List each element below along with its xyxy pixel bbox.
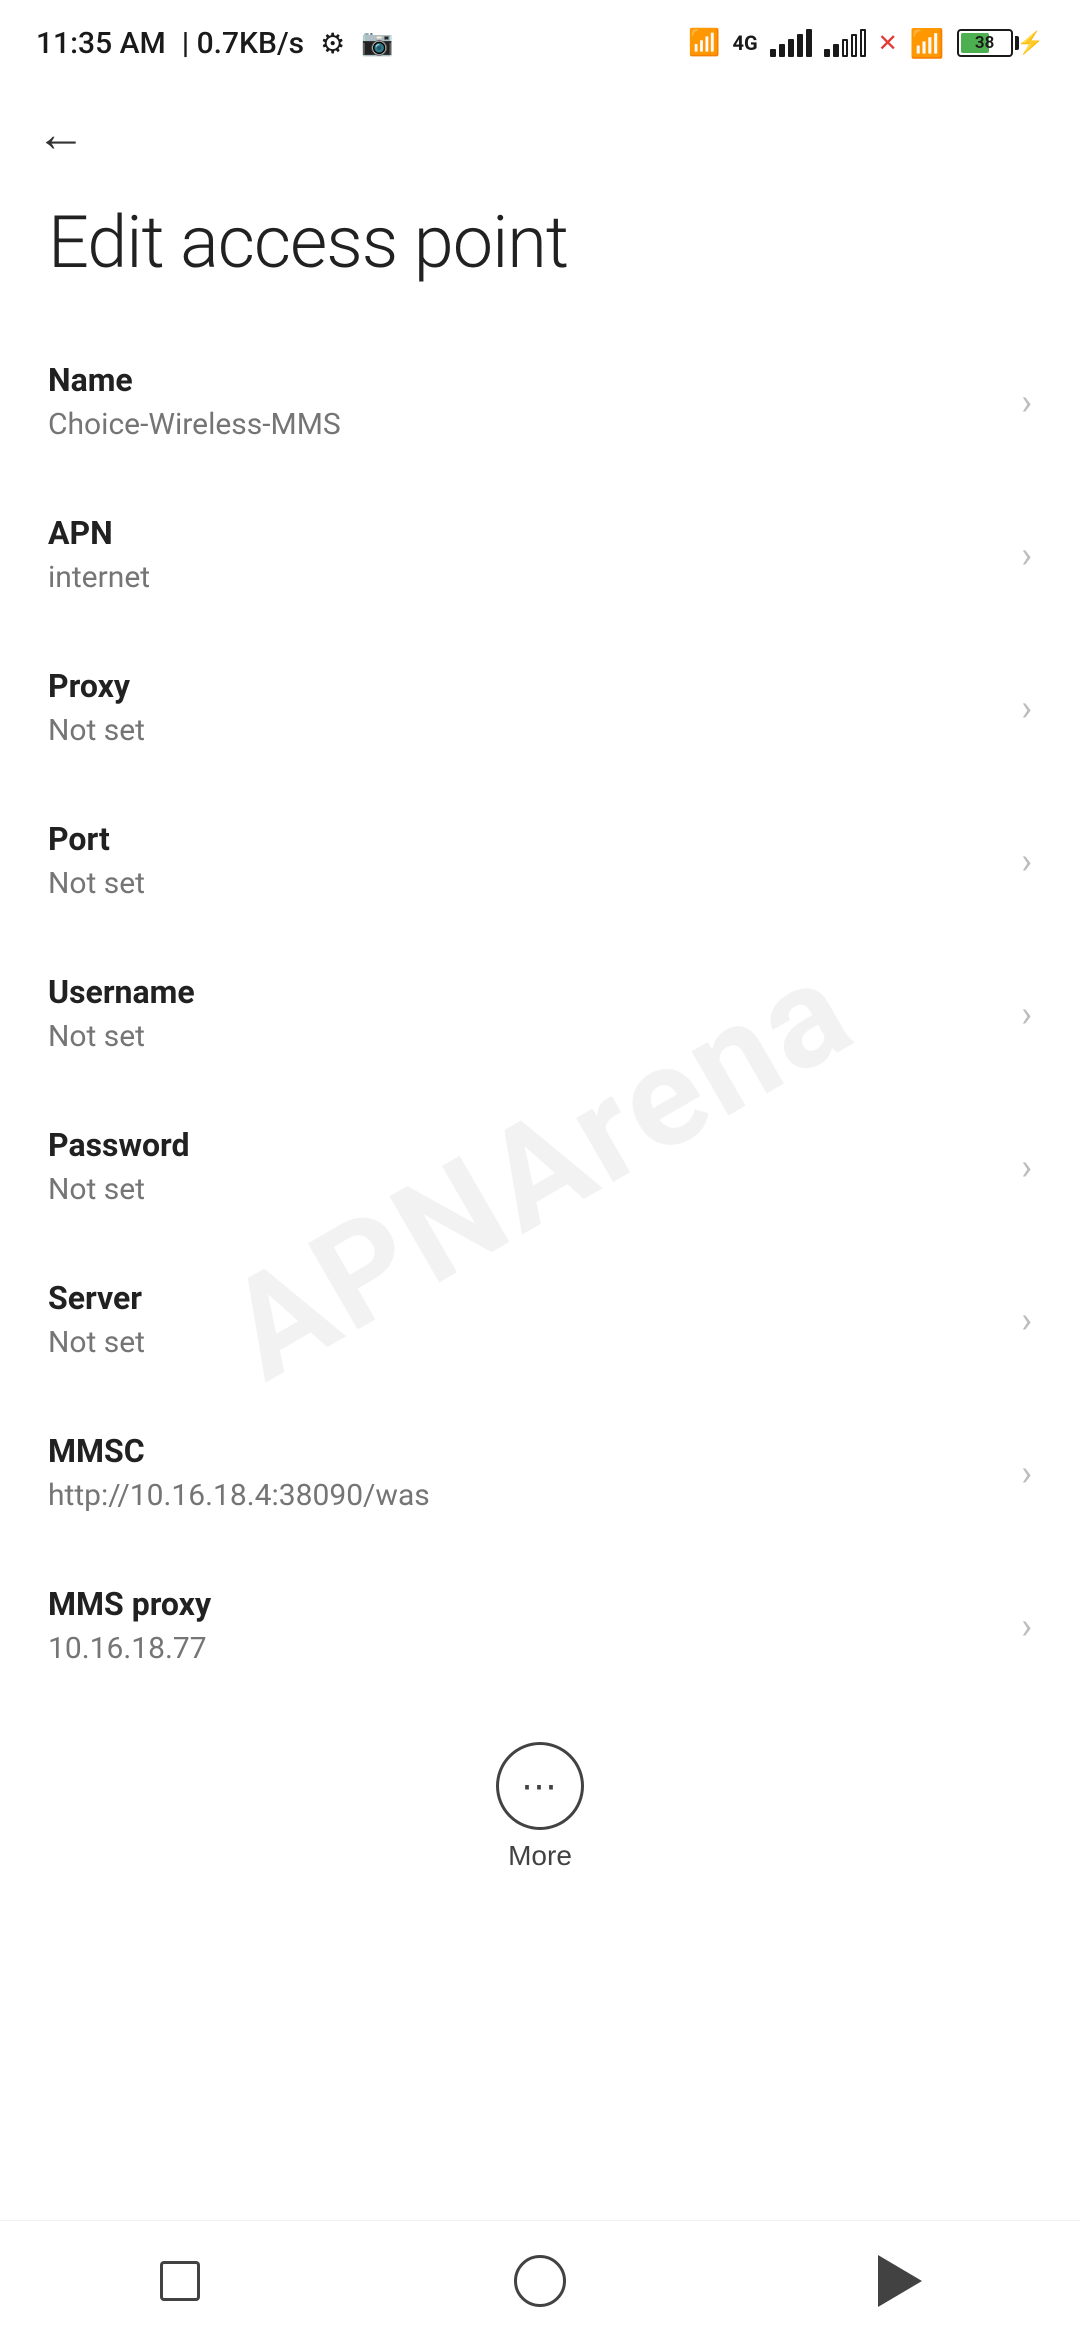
- settings-item-content-2: Proxy Not set: [48, 667, 1001, 748]
- settings-item[interactable]: Proxy Not set ›: [0, 631, 1080, 784]
- recent-apps-icon: [160, 2261, 200, 2301]
- more-icon-circle: ⋯: [496, 1742, 584, 1830]
- chevron-icon-3: ›: [1021, 840, 1032, 882]
- chevron-icon-1: ›: [1021, 534, 1032, 576]
- more-section: ⋯ More: [0, 1702, 1080, 1902]
- back-arrow-icon: ←: [36, 110, 86, 160]
- settings-item[interactable]: Username Not set ›: [0, 937, 1080, 1090]
- status-left: 11:35 AM | 0.7KB/s ⚙ 📷: [36, 26, 394, 61]
- settings-item-label-0: Name: [48, 361, 1001, 399]
- settings-item-value-0: Choice-Wireless-MMS: [48, 407, 1001, 442]
- settings-item-label-7: MMSC: [48, 1432, 1001, 1470]
- settings-item-value-7: http://10.16.18.4:38090/was: [48, 1478, 1001, 1513]
- settings-item-content-8: MMS proxy 10.16.18.77: [48, 1585, 1001, 1666]
- no-signal-icon: ✕: [878, 29, 898, 57]
- settings-item[interactable]: Name Choice-Wireless-MMS ›: [0, 325, 1080, 478]
- settings-item[interactable]: MMSC http://10.16.18.4:38090/was ›: [0, 1396, 1080, 1549]
- settings-item-label-2: Proxy: [48, 667, 1001, 705]
- settings-item-value-5: Not set: [48, 1172, 1001, 1207]
- status-right: 📶 4G ✕ 📶 38 ⚡: [688, 27, 1044, 60]
- settings-item-content-0: Name Choice-Wireless-MMS: [48, 361, 1001, 442]
- status-bar: 11:35 AM | 0.7KB/s ⚙ 📷 📶 4G ✕ 📶: [0, 0, 1080, 80]
- settings-item-label-5: Password: [48, 1126, 1001, 1164]
- settings-item[interactable]: MMS proxy 10.16.18.77 ›: [0, 1549, 1080, 1702]
- settings-item-value-2: Not set: [48, 713, 1001, 748]
- settings-item[interactable]: Server Not set ›: [0, 1243, 1080, 1396]
- settings-list: Name Choice-Wireless-MMS › APN internet …: [0, 325, 1080, 1702]
- 4g-icon: 4G: [733, 31, 758, 55]
- chevron-icon-0: ›: [1021, 381, 1032, 423]
- back-button[interactable]: ←: [36, 110, 86, 160]
- settings-item-value-6: Not set: [48, 1325, 1001, 1360]
- settings-item-label-6: Server: [48, 1279, 1001, 1317]
- settings-item-content-5: Password Not set: [48, 1126, 1001, 1207]
- settings-item-value-3: Not set: [48, 866, 1001, 901]
- wifi-icon: 📶: [910, 27, 945, 60]
- chevron-icon-8: ›: [1021, 1605, 1032, 1647]
- chevron-icon-6: ›: [1021, 1299, 1032, 1341]
- settings-item-content-6: Server Not set: [48, 1279, 1001, 1360]
- settings-item-label-4: Username: [48, 973, 1001, 1011]
- settings-item-content-3: Port Not set: [48, 820, 1001, 901]
- settings-item-content-7: MMSC http://10.16.18.4:38090/was: [48, 1432, 1001, 1513]
- battery-indicator: 38: [957, 29, 1013, 57]
- settings-item-content-4: Username Not set: [48, 973, 1001, 1054]
- settings-item-content-1: APN internet: [48, 514, 1001, 595]
- more-label: More: [508, 1840, 572, 1872]
- charging-icon: ⚡: [1017, 31, 1044, 56]
- toolbar: ←: [0, 80, 1080, 180]
- page-title: Edit access point: [0, 180, 1080, 325]
- chevron-icon-5: ›: [1021, 1146, 1032, 1188]
- speed-display: | 0.7KB/s: [182, 26, 304, 61]
- settings-item[interactable]: APN internet ›: [0, 478, 1080, 631]
- settings-item-label-8: MMS proxy: [48, 1585, 1001, 1623]
- settings-item-value-1: internet: [48, 560, 1001, 595]
- more-dots-icon: ⋯: [521, 1768, 559, 1804]
- back-nav-icon: [878, 2255, 922, 2307]
- chevron-icon-7: ›: [1021, 1452, 1032, 1494]
- settings-item[interactable]: Port Not set ›: [0, 784, 1080, 937]
- time-display: 11:35 AM: [36, 26, 166, 61]
- settings-icon: ⚙: [320, 27, 345, 60]
- settings-item[interactable]: Password Not set ›: [0, 1090, 1080, 1243]
- settings-item-value-4: Not set: [48, 1019, 1001, 1054]
- chevron-icon-4: ›: [1021, 993, 1032, 1035]
- more-button[interactable]: ⋯ More: [496, 1742, 584, 1872]
- settings-item-label-1: APN: [48, 514, 1001, 552]
- nav-back-button[interactable]: [840, 2241, 960, 2321]
- battery-container: 38 ⚡: [957, 29, 1044, 57]
- nav-home-button[interactable]: [480, 2241, 600, 2321]
- home-icon: [514, 2255, 566, 2307]
- chevron-icon-2: ›: [1021, 687, 1032, 729]
- settings-item-label-3: Port: [48, 820, 1001, 858]
- signal-bars-2: [824, 29, 866, 57]
- settings-item-value-8: 10.16.18.77: [48, 1631, 1001, 1666]
- signal-bars-1: [770, 29, 812, 57]
- nav-bar: [0, 2220, 1080, 2340]
- nav-recent-apps-button[interactable]: [120, 2241, 240, 2321]
- bluetooth-icon: 📶: [688, 28, 720, 58]
- camera-icon: 📷: [361, 28, 393, 58]
